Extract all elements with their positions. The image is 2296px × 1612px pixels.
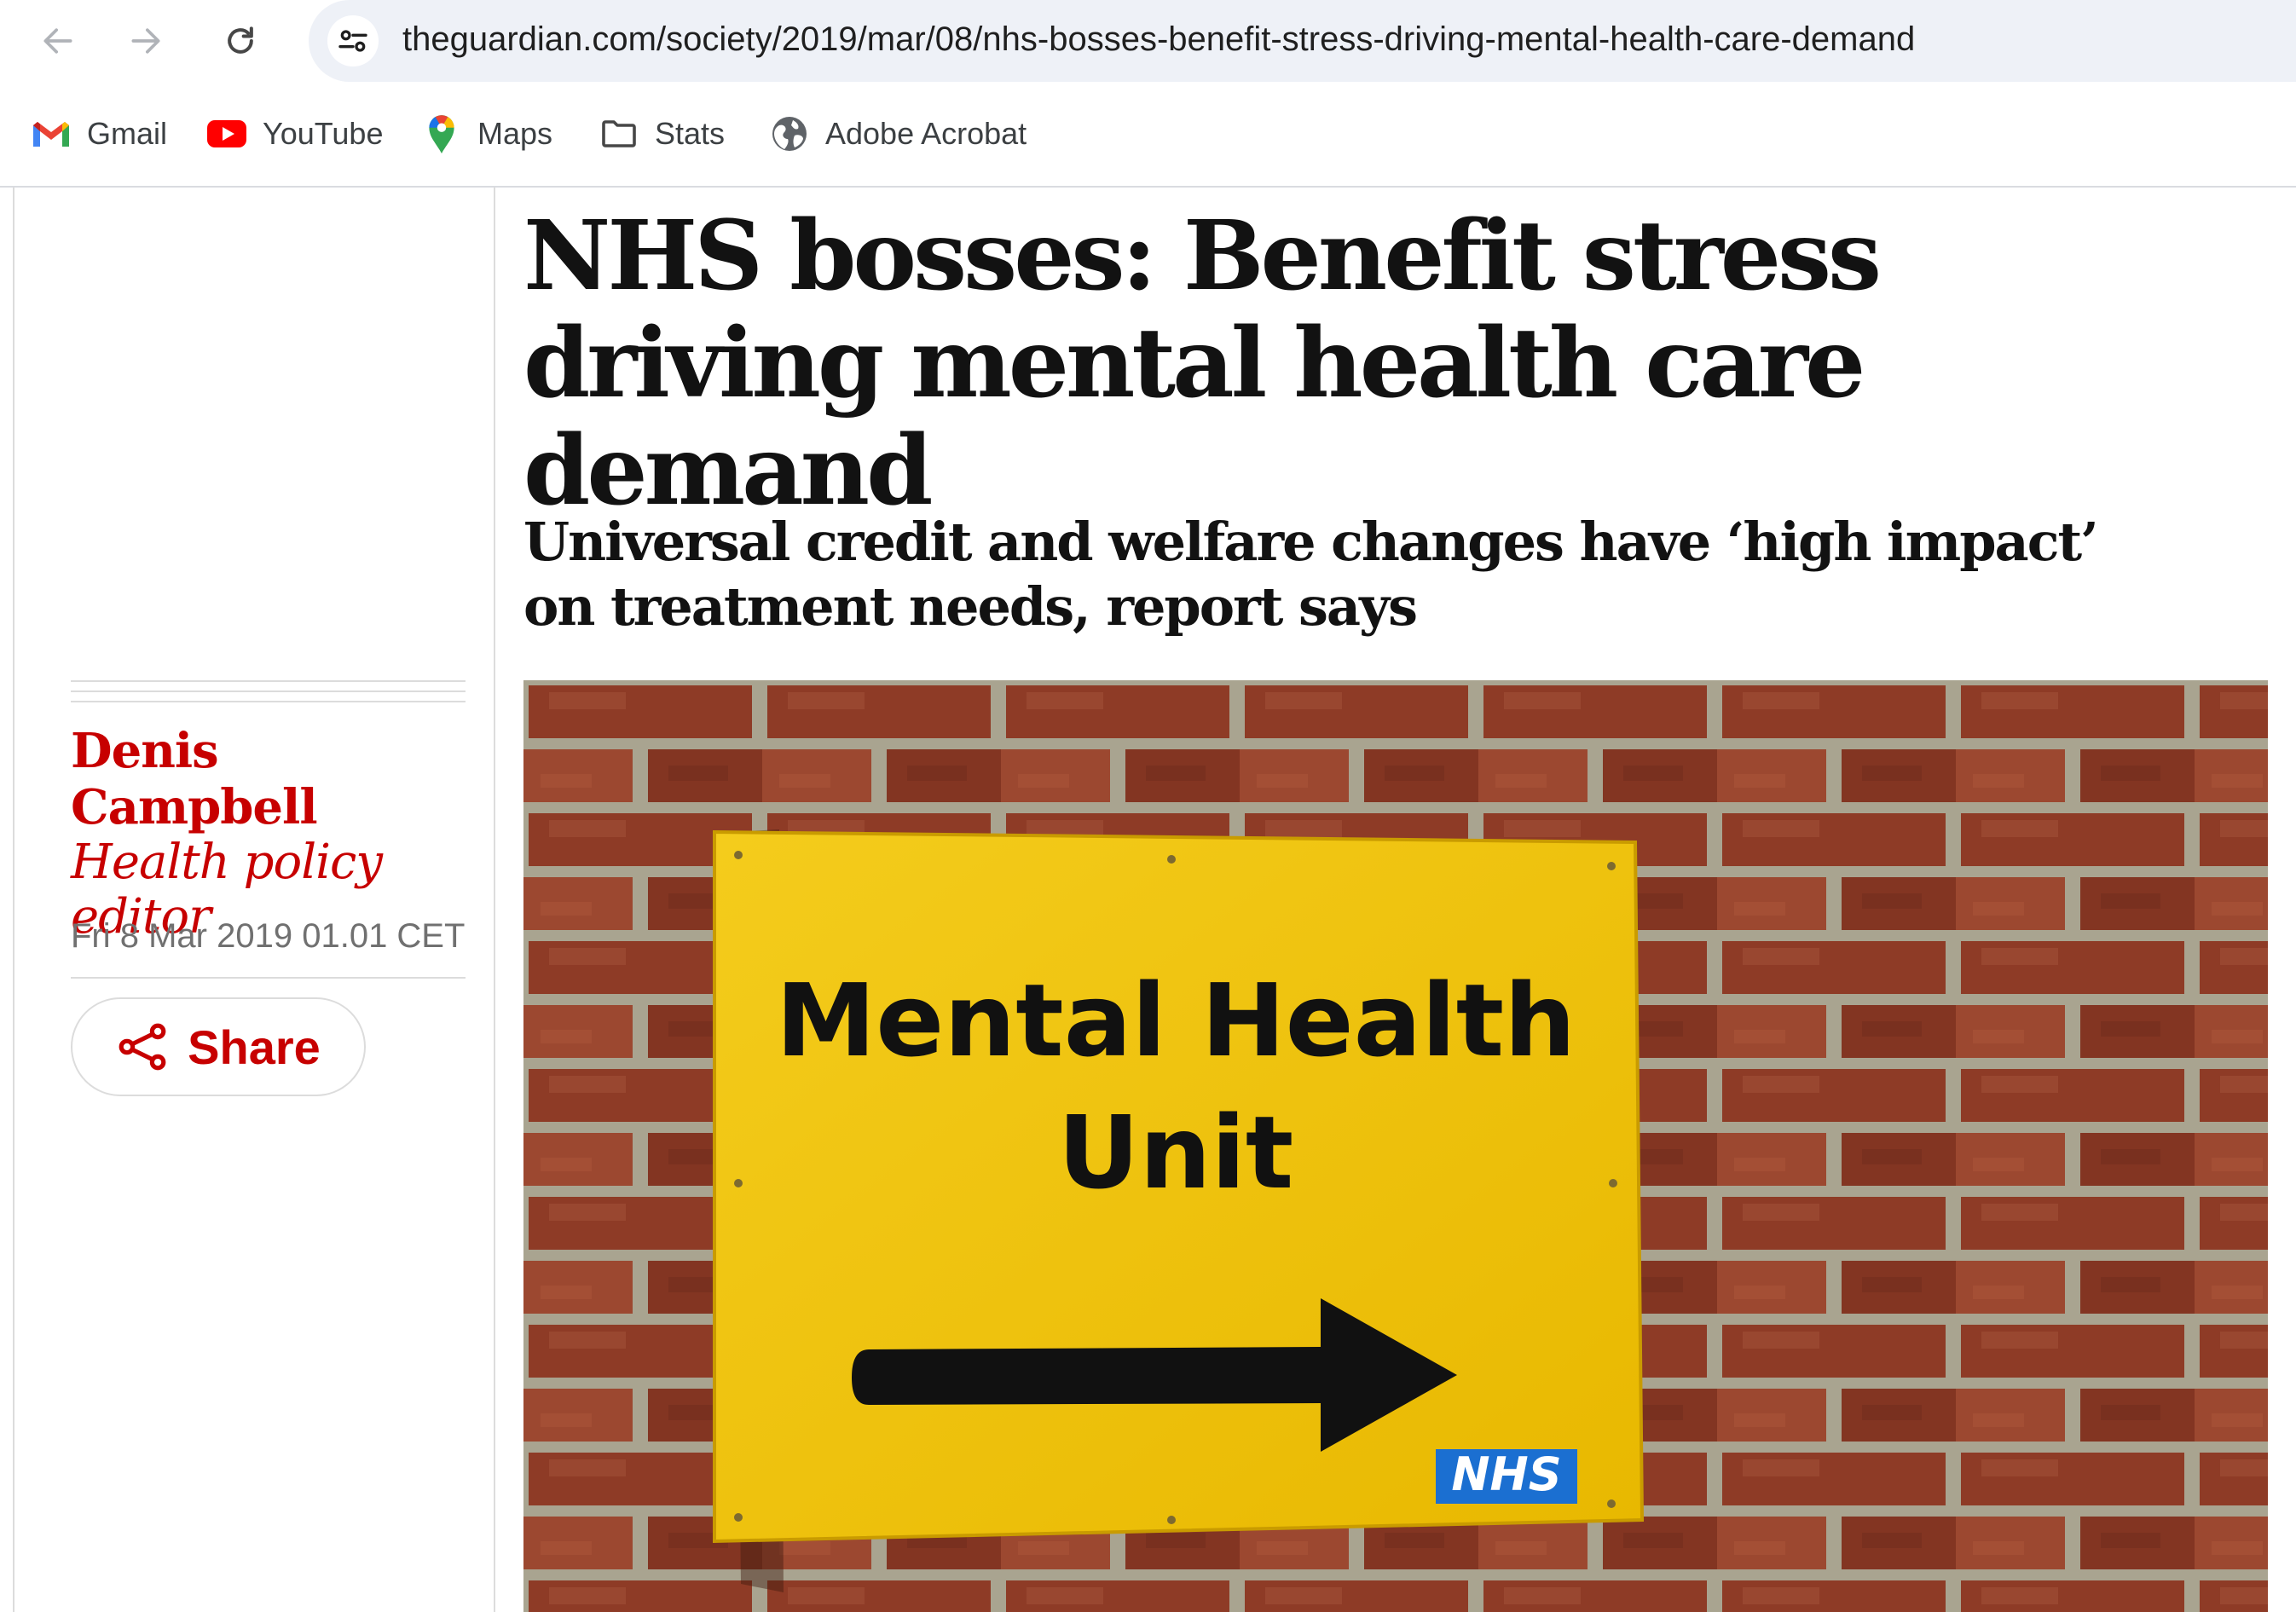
- back-arrow-icon: [43, 28, 72, 54]
- url-text[interactable]: theguardian.com/society/2019/mar/08/nhs-…: [402, 20, 1915, 59]
- bookmark-label: Stats: [655, 116, 726, 151]
- bookmark-label: YouTube: [263, 116, 384, 151]
- browser-toolbar: theguardian.com/society/2019/mar/08/nhs-…: [0, 0, 2296, 82]
- byline: Denis Campbell Health policy editor: [71, 723, 471, 945]
- bookmark-stats[interactable]: Stats: [599, 113, 725, 155]
- bookmark-maps[interactable]: Maps: [421, 113, 552, 155]
- article-hero-image: Mental Health Unit NHS: [523, 680, 2268, 1612]
- tune-icon: [338, 30, 367, 52]
- bookmark-gmail[interactable]: Gmail: [31, 113, 167, 155]
- meta-separator: [71, 680, 466, 711]
- reload-button[interactable]: [215, 15, 266, 66]
- site-info-button[interactable]: [327, 15, 379, 66]
- column-divider: [13, 188, 14, 1612]
- forward-arrow-icon: [131, 28, 160, 54]
- sign-text-line1: Mental Health: [776, 962, 1576, 1079]
- bookmark-label: Gmail: [87, 116, 168, 151]
- article-page: NHS bosses: Benefit stress driving menta…: [0, 188, 2296, 1612]
- bookmark-label: Adobe Acrobat: [825, 116, 1027, 151]
- forward-button[interactable]: [120, 15, 171, 66]
- author-name[interactable]: Denis Campbell: [71, 723, 471, 835]
- bookmark-adobe-acrobat[interactable]: Adobe Acrobat: [769, 113, 1027, 155]
- share-button[interactable]: Share: [71, 997, 366, 1096]
- bookmark-youtube[interactable]: YouTube: [206, 113, 383, 155]
- bookmark-label: Maps: [477, 116, 553, 151]
- address-bar[interactable]: theguardian.com/society/2019/mar/08/nhs-…: [309, 0, 2296, 82]
- folder-icon: [602, 120, 636, 147]
- back-button[interactable]: [32, 15, 84, 66]
- sign-text-line2: Unit: [1058, 1094, 1294, 1211]
- gmail-icon: [33, 122, 69, 147]
- bookmarks-bar: Gmail YouTube Maps Stats Adobe Acrobat: [0, 82, 2296, 188]
- nhs-logo-text: NHS: [1451, 1447, 1561, 1501]
- meta-divider: [71, 977, 466, 979]
- publish-date[interactable]: Fri 8 Mar 2019 01.01 CET: [71, 917, 465, 956]
- maps-icon: [429, 115, 454, 153]
- share-label: Share: [188, 1020, 321, 1074]
- article-headline: NHS bosses: Benefit stress driving menta…: [523, 200, 1882, 527]
- share-icon: [119, 1023, 166, 1071]
- brick-wall-photo: Mental Health Unit NHS: [523, 680, 2268, 1612]
- globe-icon: [772, 117, 807, 151]
- article-standfirst: Universal credit and welfare changes hav…: [523, 511, 2099, 638]
- youtube-icon: [207, 120, 246, 147]
- reload-icon: [228, 26, 253, 54]
- column-divider: [494, 188, 495, 1612]
